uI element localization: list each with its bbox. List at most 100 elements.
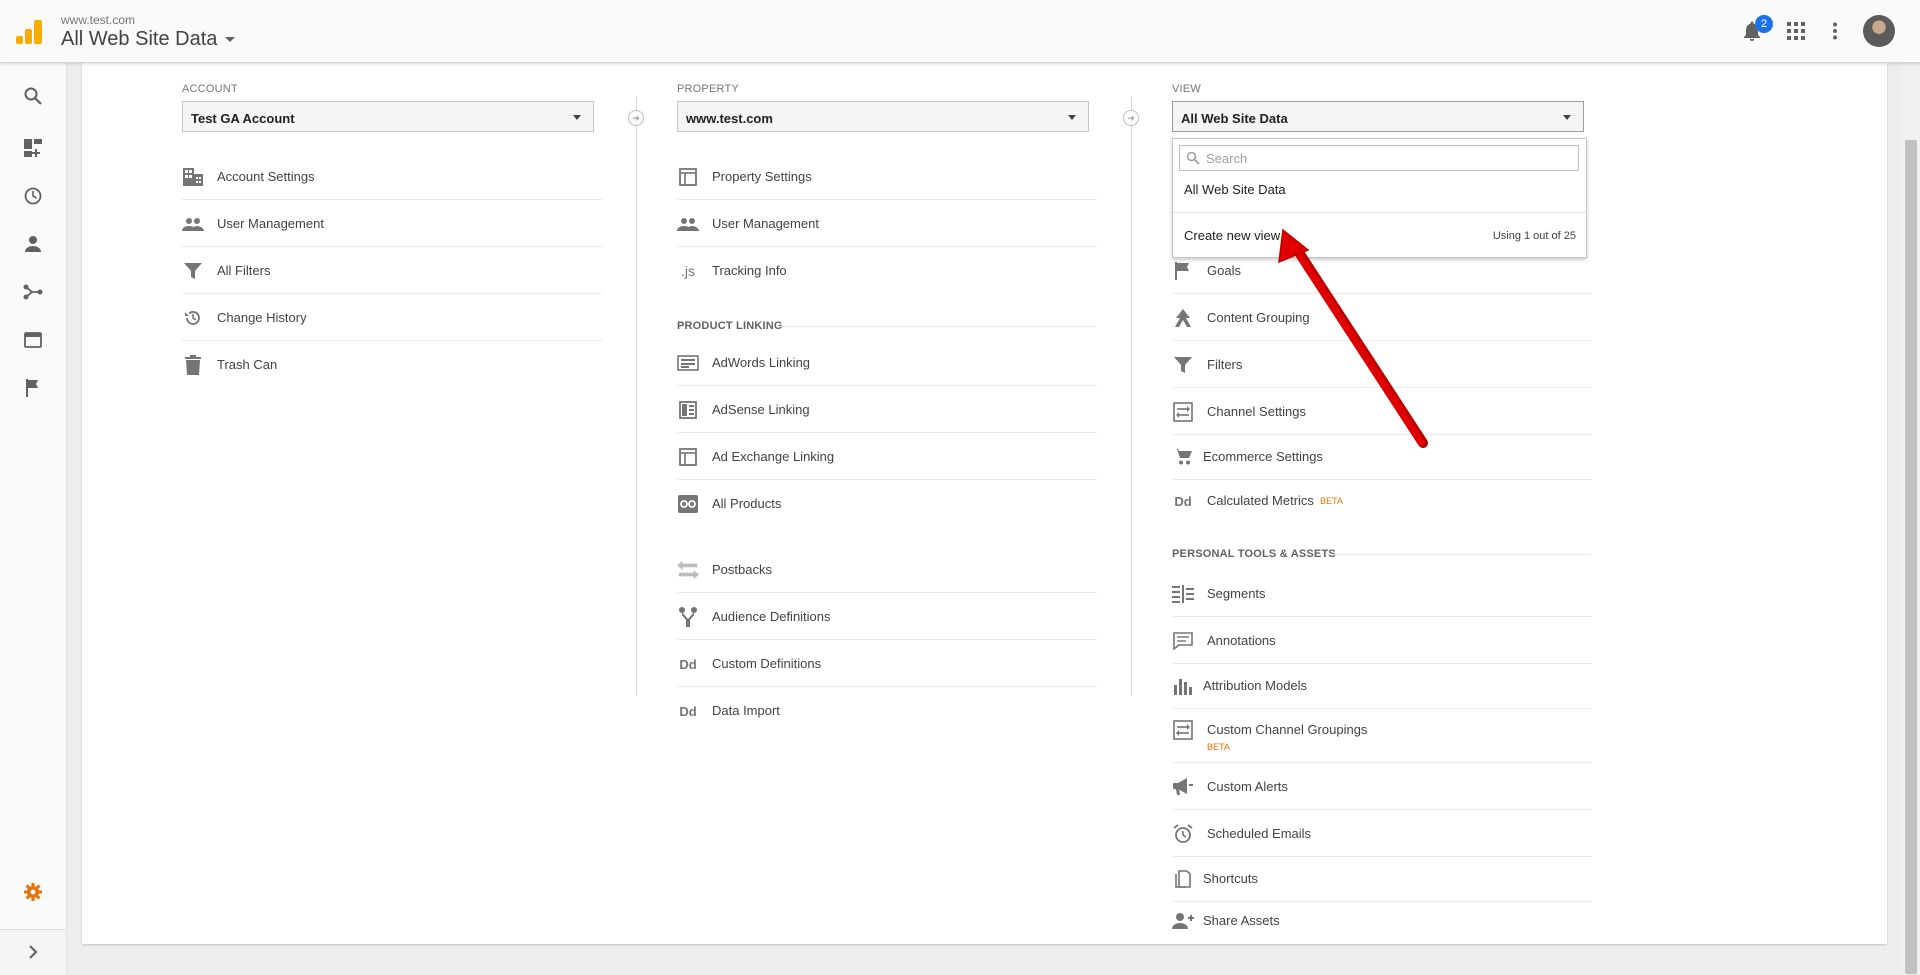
menu-item-adsense-linking[interactable]: AdSense Linking	[677, 387, 1097, 433]
chevron-right-icon[interactable]	[19, 938, 47, 966]
notification-badge[interactable]: 2	[1755, 15, 1773, 33]
menu-item-ecommerce-settings[interactable]: Ecommerce Settings	[1172, 434, 1592, 480]
scrollbar-thumb[interactable]	[1905, 140, 1917, 974]
view-search-box[interactable]	[1179, 145, 1579, 171]
menu-item-label: All Filters	[217, 263, 271, 278]
arrow-right-icon: ➜	[628, 110, 644, 126]
customization-icon[interactable]	[19, 134, 47, 162]
channel-icon	[1172, 401, 1194, 423]
property-column-label: PROPERTY	[677, 83, 739, 95]
menu-item-shortcuts[interactable]: Shortcuts	[1172, 856, 1592, 902]
annotation-icon	[1172, 630, 1194, 652]
view-selector[interactable]: All Web Site Data	[61, 28, 236, 51]
user-avatar[interactable]	[1863, 15, 1895, 47]
menu-item-share-assets[interactable]: Share Assets	[1172, 898, 1592, 944]
menu-item-label: Annotations	[1207, 633, 1276, 648]
property-select[interactable]: www.test.com	[677, 101, 1089, 132]
audience-person-icon[interactable]	[19, 230, 47, 258]
menu-item-label: AdSense Linking	[712, 402, 810, 417]
content-grouping-icon	[1172, 307, 1194, 329]
create-new-view-link[interactable]: Create new view	[1184, 228, 1280, 243]
menu-item-segments[interactable]: Segments	[1172, 571, 1592, 617]
postbacks-icon	[677, 559, 699, 581]
dd-icon: Dd	[679, 703, 697, 719]
admin-gear-icon[interactable]	[19, 878, 47, 906]
menu-item-custom-definitions[interactable]: Dd Custom Definitions	[677, 641, 1097, 687]
cart-icon	[1172, 446, 1194, 468]
menu-item-trash-can[interactable]: Trash Can	[182, 342, 602, 388]
menu-item-label: Calculated Metrics	[1207, 493, 1314, 508]
menu-item-custom-channel-groupings[interactable]: Custom Channel Groupings BETA	[1172, 707, 1592, 763]
history-icon	[182, 307, 204, 329]
menu-item-custom-alerts[interactable]: Custom Alerts	[1172, 764, 1592, 810]
menu-item-property-settings[interactable]: Property Settings	[677, 154, 1097, 200]
shortcut-icon	[1172, 868, 1194, 890]
section-divider	[778, 326, 1095, 327]
view-option[interactable]: All Web Site Data	[1184, 182, 1286, 197]
menu-item-label: Ecommerce Settings	[1203, 449, 1323, 464]
menu-item-label: Trash Can	[217, 357, 278, 372]
personal-tools-title: PERSONAL TOOLS & ASSETS	[1172, 548, 1336, 560]
menu-item-tracking-info[interactable]: .js Tracking Info	[677, 248, 1097, 294]
menu-item-data-import[interactable]: Dd Data Import	[677, 688, 1097, 734]
menu-item-audience-definitions[interactable]: Audience Definitions	[677, 594, 1097, 640]
account-select[interactable]: Test GA Account	[182, 101, 594, 132]
menu-item-scheduled-emails[interactable]: Scheduled Emails	[1172, 811, 1592, 857]
menu-item-all-products[interactable]: All Products	[677, 481, 1097, 527]
conversions-flag-icon[interactable]	[19, 374, 47, 402]
menu-item-label: Custom Channel Groupings	[1207, 722, 1368, 737]
layout-icon	[677, 166, 699, 188]
arrow-right-icon: ➜	[1123, 110, 1139, 126]
filter-icon	[1172, 354, 1194, 376]
menu-item-postbacks[interactable]: Postbacks	[677, 547, 1097, 593]
view-select[interactable]: All Web Site Data	[1172, 101, 1584, 132]
expand-nav[interactable]	[0, 929, 66, 975]
menu-item-calculated-metrics[interactable]: Dd Calculated Metrics BETA	[1172, 478, 1592, 524]
apps-grid-icon[interactable]	[1783, 18, 1809, 44]
menu-item-all-filters[interactable]: All Filters	[182, 248, 602, 294]
products-icon	[677, 493, 699, 515]
menu-item-filters[interactable]: Filters	[1172, 342, 1592, 388]
filter-icon	[182, 260, 204, 282]
menu-item-content-grouping[interactable]: Content Grouping	[1172, 295, 1592, 341]
people-icon	[677, 213, 699, 235]
menu-item-account-settings[interactable]: Account Settings	[182, 154, 602, 200]
menu-item-attribution-models[interactable]: Attribution Models	[1172, 663, 1592, 709]
menu-item-label: Tracking Info	[712, 263, 787, 278]
menu-item-annotations[interactable]: Annotations	[1172, 618, 1592, 664]
view-usage-count: Using 1 out of 25	[1492, 230, 1576, 242]
channel-icon	[1172, 719, 1194, 741]
more-vert-icon[interactable]	[1822, 18, 1848, 44]
dd-icon: Dd	[1174, 493, 1192, 509]
bar-chart-icon	[1172, 675, 1194, 697]
behavior-icon[interactable]	[19, 326, 47, 354]
search-icon[interactable]	[19, 82, 47, 110]
analytics-logo-icon[interactable]	[16, 20, 42, 44]
js-icon: .js	[681, 263, 695, 279]
menu-item-user-management[interactable]: User Management	[677, 201, 1097, 247]
column-divider	[636, 96, 637, 696]
menu-item-label: Attribution Models	[1203, 678, 1308, 693]
menu-item-user-management[interactable]: User Management	[182, 201, 602, 247]
flag-icon	[1172, 260, 1194, 282]
megaphone-icon	[1172, 776, 1194, 798]
account-column-label: ACCOUNT	[182, 83, 238, 95]
audience-icon	[677, 606, 699, 628]
realtime-clock-icon[interactable]	[19, 182, 47, 210]
menu-item-label: Postbacks	[712, 562, 772, 577]
acquisition-icon[interactable]	[19, 278, 47, 306]
adexchange-icon	[677, 446, 699, 468]
view-dropdown: All Web Site Data Create new view Using …	[1172, 138, 1587, 258]
menu-item-ad-exchange-linking[interactable]: Ad Exchange Linking	[677, 434, 1097, 480]
menu-item-adwords-linking[interactable]: AdWords Linking	[677, 340, 1097, 386]
caret-down-icon	[225, 37, 236, 43]
menu-item-label: Audience Definitions	[712, 609, 831, 624]
menu-item-label: Content Grouping	[1207, 310, 1310, 325]
product-linking-title: PRODUCT LINKING	[677, 320, 783, 332]
menu-item-change-history[interactable]: Change History	[182, 295, 602, 341]
view-select-value: All Web Site Data	[1181, 111, 1288, 126]
menu-item-label: User Management	[712, 216, 819, 231]
view-search-input[interactable]	[1204, 150, 1568, 167]
menu-item-channel-settings[interactable]: Channel Settings	[1172, 389, 1592, 435]
search-icon	[1186, 151, 1200, 165]
